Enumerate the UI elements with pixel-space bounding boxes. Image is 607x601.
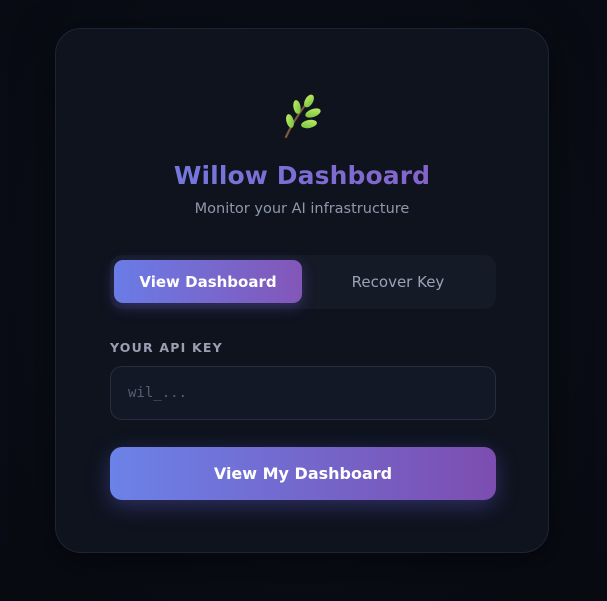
view-dashboard-button[interactable]: View My Dashboard — [110, 447, 496, 500]
tab-view-dashboard[interactable]: View Dashboard — [114, 260, 302, 303]
mode-tabs: View Dashboard Recover Key — [110, 255, 496, 309]
app-subtitle: Monitor your AI infrastructure — [194, 201, 410, 217]
api-key-input[interactable] — [110, 366, 496, 420]
tab-recover-key[interactable]: Recover Key — [304, 260, 492, 303]
app-title: Willow Dashboard — [56, 161, 548, 190]
leaf-sprig-icon — [284, 94, 321, 139]
api-key-label: YOUR API KEY — [110, 340, 223, 355]
login-card: Willow Dashboard Monitor your AI infrast… — [55, 28, 549, 553]
